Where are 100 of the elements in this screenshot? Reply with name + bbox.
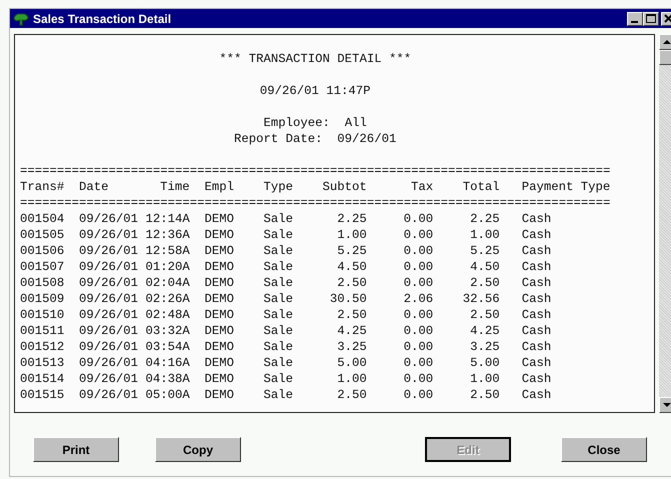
table-cell-text: 001511	[20, 323, 66, 339]
table-cell-text: Cash	[520, 307, 552, 323]
table-cell-text: 4.50	[336, 259, 367, 275]
table-cell-text: 32.56	[462, 291, 500, 307]
down-arrow-icon	[662, 401, 671, 409]
table-cell-text: 09/26/01	[79, 291, 140, 307]
table-cell-text: DEMO	[203, 275, 234, 291]
table-cell-text: Cash	[520, 243, 552, 259]
table-cell-text: Sale	[263, 243, 294, 259]
column-header: Time	[159, 179, 190, 195]
table-cell: 04:16A	[145, 355, 190, 371]
table-cell-text: Cash	[520, 371, 552, 387]
table-cell-text: 3.25	[336, 339, 367, 355]
table-cell-text: 001505	[20, 227, 66, 243]
table-cell-text: 2.50	[469, 387, 500, 403]
table-cell-text: 001506	[20, 243, 66, 259]
table-cell-text: 001504	[20, 211, 66, 227]
table-cell-text: 0.00	[402, 323, 434, 339]
table-cell-text: 0.00	[402, 211, 434, 227]
table-cell-text: 0.00	[402, 275, 434, 291]
table-cell-text: 0.00	[402, 227, 434, 243]
table-cell-text: 001508	[20, 275, 66, 291]
window-title: Sales Transaction Detail	[33, 12, 172, 26]
column-header: Total	[462, 179, 500, 195]
table-cell-text: 001509	[20, 291, 66, 307]
minimize-icon	[631, 20, 638, 22]
table-cell-text: 1.00	[469, 227, 500, 243]
column-header: Empl	[203, 179, 234, 195]
table-cell-text: Cash	[520, 323, 552, 339]
table-cell-text: 1.00	[336, 227, 367, 243]
table-cell-text: 09/26/01	[79, 323, 140, 339]
table-cell: 02:48A	[145, 307, 190, 323]
report-title: *** TRANSACTION DETAIL ***	[218, 51, 412, 67]
table-cell-text: Cash	[520, 211, 552, 227]
table-cell: 02:04A	[145, 275, 190, 291]
table-cell-text: Sale	[263, 275, 294, 291]
table-cell-text: 09/26/01	[79, 339, 140, 355]
table-cell-text: DEMO	[203, 259, 234, 275]
table-cell: 12:36A	[145, 227, 190, 243]
scroll-thumb[interactable]	[659, 50, 671, 65]
table-cell: 02:26A	[145, 291, 190, 307]
table-cell-text: 0.00	[402, 259, 434, 275]
table-cell-text: 2.25	[469, 211, 500, 227]
table-cell-text: DEMO	[203, 211, 234, 227]
plant-icon	[13, 12, 29, 26]
table-cell-text: Sale	[263, 339, 294, 355]
table-cell-text: 09/26/01	[79, 387, 140, 403]
table-cell-text: DEMO	[203, 291, 234, 307]
maximize-icon	[644, 12, 658, 24]
table-cell-text: Sale	[263, 355, 294, 371]
table-cell-text: Sale	[263, 227, 294, 243]
column-header: Payment Type	[520, 179, 610, 195]
report-timestamp: 09/26/01 11:47P	[258, 83, 372, 99]
table-cell-text: 001514	[20, 371, 66, 387]
column-header: Date	[79, 179, 110, 195]
table-cell-text: 4.25	[469, 323, 500, 339]
table-cell-text: 1.00	[469, 371, 500, 387]
table-cell-text: Sale	[263, 323, 294, 339]
table-cell: 05:00A	[145, 387, 190, 403]
table-cell-text: 09/26/01	[79, 259, 140, 275]
table-cell: 03:54A	[145, 339, 190, 355]
table-cell-text: 4.25	[336, 323, 367, 339]
table-cell-text: 09/26/01	[79, 371, 140, 387]
table-cell-text: 2.50	[336, 275, 367, 291]
table-cell-text: Cash	[520, 259, 552, 275]
table-cell-text: 09/26/01	[79, 307, 140, 323]
table-cell-text: Sale	[263, 259, 294, 275]
column-header: Tax	[410, 179, 434, 195]
table-cell-text: Cash	[520, 227, 552, 243]
table-cell: 01:20A	[145, 259, 190, 275]
table-cell-text: 0.00	[402, 243, 434, 259]
scrollbar[interactable]	[659, 34, 671, 413]
column-header: Trans#	[20, 179, 66, 195]
table-cell-text: Sale	[263, 387, 294, 403]
table-cell-text: 001507	[20, 259, 66, 275]
table-cell-text: Sale	[263, 291, 294, 307]
table-cell-text: Sale	[263, 211, 294, 227]
table-cell-text: 09/26/01	[79, 227, 140, 243]
table-cell-text: DEMO	[203, 227, 234, 243]
report-date: Report Date: 09/26/01	[232, 131, 398, 147]
table-cell-text: 2.50	[336, 307, 367, 323]
table-cell-text: 2.50	[469, 307, 500, 323]
minimize-button[interactable]	[627, 12, 643, 26]
table-cell-text: DEMO	[203, 371, 234, 387]
dialog-button[interactable]: Print	[33, 437, 119, 462]
table-cell-text: 5.00	[469, 355, 500, 371]
table-cell-text: Cash	[520, 387, 552, 403]
table-cell-text: Sale	[263, 371, 294, 387]
table-cell-text: 0.00	[402, 387, 434, 403]
column-header: Type	[263, 179, 294, 195]
scroll-down-button[interactable]	[659, 397, 671, 413]
maximize-button[interactable]	[643, 12, 659, 26]
table-cell-text: DEMO	[203, 339, 234, 355]
dialog-button[interactable]: Copy	[155, 437, 241, 462]
scroll-up-button[interactable]	[659, 34, 671, 50]
table-cell-text: 3.25	[469, 339, 500, 355]
dialog-button[interactable]: Close	[561, 437, 647, 462]
table-cell-text: 2.06	[402, 291, 434, 307]
table-cell-text: 2.50	[469, 275, 500, 291]
table-cell-text: 09/26/01	[79, 275, 140, 291]
